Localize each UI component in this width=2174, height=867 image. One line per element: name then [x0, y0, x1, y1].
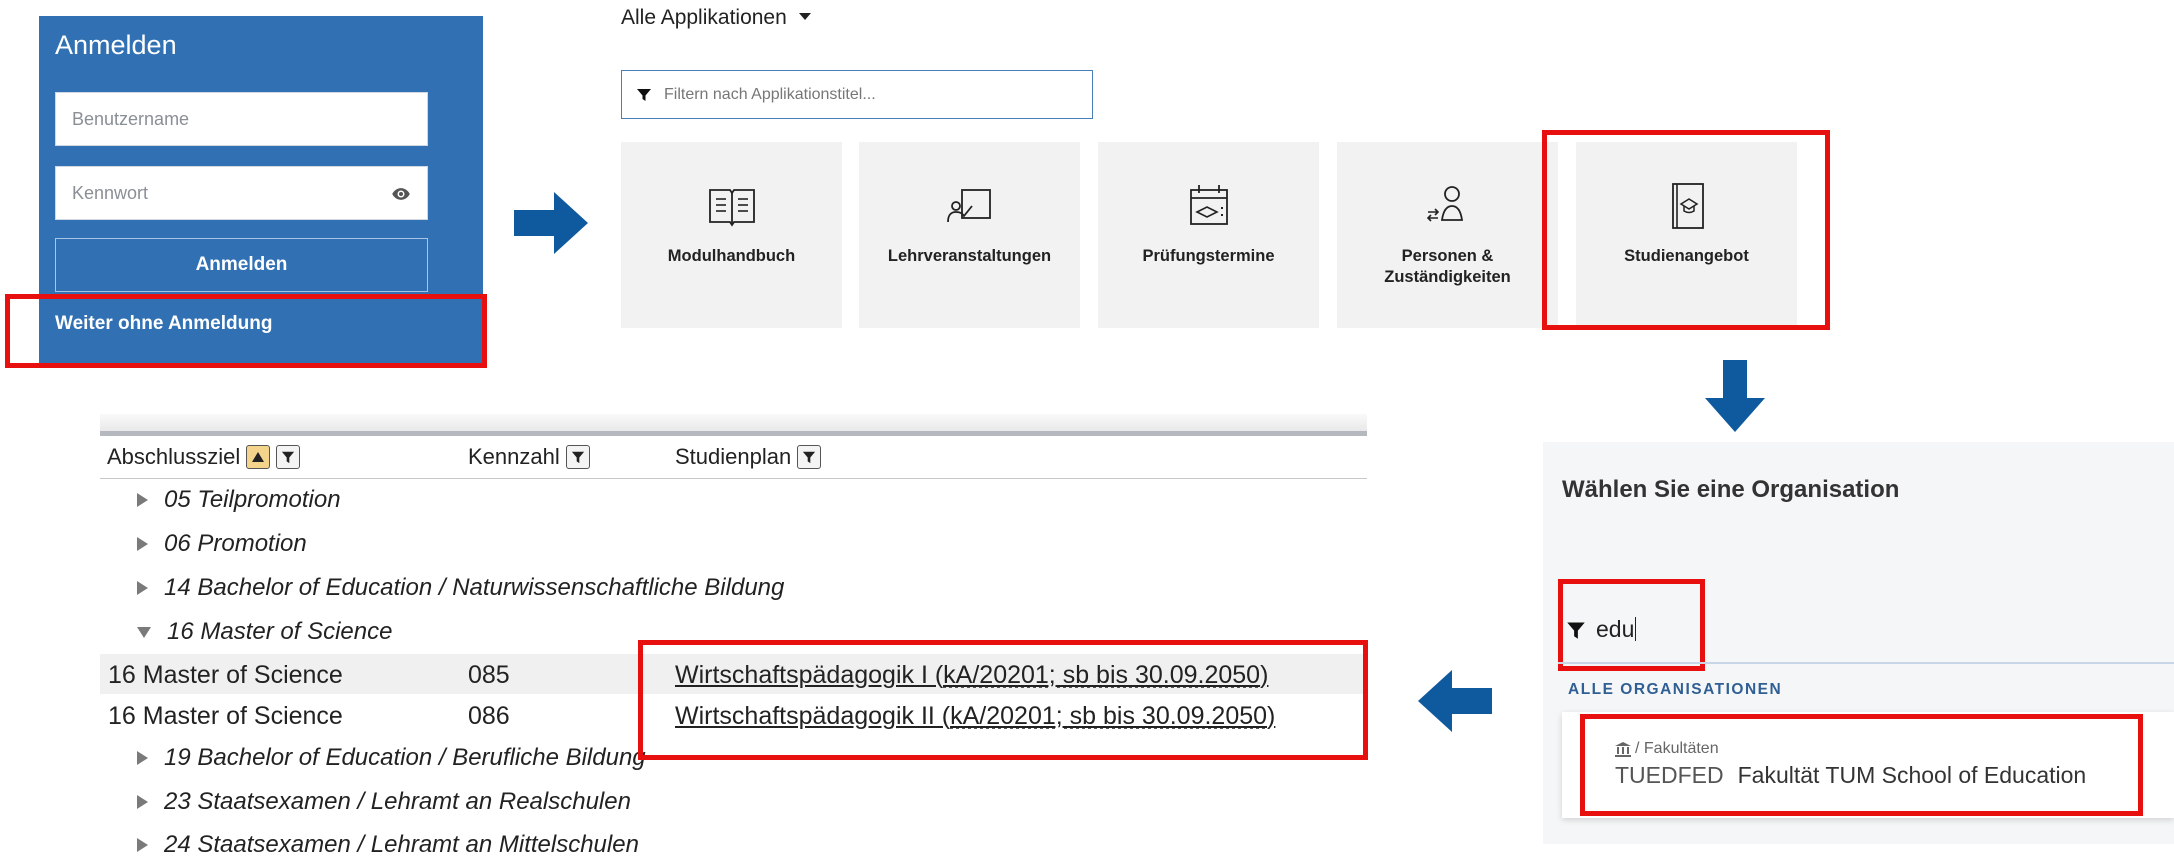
arrow-left-icon: [1418, 670, 1492, 732]
column-label: Kennzahl: [468, 444, 560, 469]
exam-calendar-icon: [1189, 185, 1228, 225]
lecture-icon: [946, 189, 991, 223]
expand-icon[interactable]: [137, 537, 148, 551]
header-divider: [100, 478, 1367, 479]
sort-asc-icon[interactable]: [246, 445, 271, 469]
cell-kennzahl: 086: [468, 702, 510, 730]
group-label: 14 Bachelor of Education / Naturwissensc…: [164, 574, 785, 601]
organisation-title: Wählen Sie eine Organisation: [1562, 476, 1900, 503]
apps-dropdown[interactable]: Alle Applikationen: [621, 6, 811, 30]
arrow-down-icon: [1705, 360, 1765, 432]
column-label: Studienplan: [675, 444, 792, 469]
password-input[interactable]: Kennwort: [55, 166, 428, 220]
column-filter-icon[interactable]: [797, 445, 822, 469]
expand-icon[interactable]: [137, 795, 148, 809]
tile-lehrveranstaltungen[interactable]: Lehrveranstaltungen: [859, 142, 1080, 328]
column-header-kennzahl[interactable]: Kennzahl: [468, 444, 590, 470]
group-label: 23 Staatsexamen / Lehramt an Realschulen: [164, 788, 631, 815]
table-topbar: [100, 414, 1367, 431]
tile-pruefungstermine[interactable]: Prüfungstermine: [1098, 142, 1319, 328]
column-label: Abschlussziel: [107, 444, 241, 469]
group-row[interactable]: 05 Teilpromotion: [100, 480, 1367, 520]
cell-kennzahl: 085: [468, 661, 510, 689]
cell-abschluss: 16 Master of Science: [108, 661, 343, 689]
persons-icon: [1426, 186, 1463, 222]
tile-personen[interactable]: Personen & Zuständigkeiten: [1337, 142, 1558, 328]
highlight-study-plans: [638, 640, 1368, 760]
group-label: 05 Teilpromotion: [164, 486, 341, 513]
tile-modulhandbuch[interactable]: Modulhandbuch: [621, 142, 842, 328]
column-header-studienplan[interactable]: Studienplan: [675, 444, 822, 470]
highlight-organisation-result: [1580, 714, 2143, 816]
expand-icon[interactable]: [137, 838, 148, 852]
password-placeholder: Kennwort: [72, 183, 149, 203]
group-label: 24 Staatsexamen / Lehramt an Mittelschul…: [164, 831, 639, 858]
expand-icon[interactable]: [137, 493, 148, 507]
eye-icon[interactable]: [391, 184, 411, 204]
login-button[interactable]: Anmelden: [55, 238, 428, 292]
highlight-filter: [1558, 579, 1705, 671]
filter-icon: [637, 88, 651, 101]
apps-title: Alle Applikationen: [621, 6, 787, 29]
expand-icon[interactable]: [137, 751, 148, 765]
group-label: 19 Bachelor of Education / Berufliche Bi…: [164, 744, 646, 771]
group-row[interactable]: 24 Staatsexamen / Lehramt an Mittelschul…: [100, 825, 1367, 865]
group-row[interactable]: 14 Bachelor of Education / Naturwissensc…: [100, 568, 1367, 608]
column-filter-icon[interactable]: [276, 445, 301, 469]
arrow-right-icon: [514, 192, 588, 254]
tile-label: Lehrveranstaltungen: [887, 247, 1052, 265]
username-input[interactable]: Benutzername: [55, 92, 428, 146]
tile-label: Modulhandbuch: [667, 247, 796, 265]
group-label: 16 Master of Science: [167, 618, 393, 645]
cell-abschluss: 16 Master of Science: [108, 702, 343, 730]
tile-label: Prüfungstermine: [1142, 247, 1275, 265]
highlight-guest-link: [5, 294, 487, 368]
tile-label: Personen & Zuständigkeiten: [1384, 247, 1511, 286]
collapse-icon[interactable]: [137, 626, 151, 638]
group-label: 06 Promotion: [164, 530, 307, 557]
organisation-section-header: ALLE ORGANISATIONEN: [1568, 681, 1783, 698]
group-row[interactable]: 06 Promotion: [100, 524, 1367, 564]
table-topline: [100, 431, 1367, 436]
expand-icon[interactable]: [137, 581, 148, 595]
caret-down-icon: [798, 13, 811, 20]
username-placeholder: Benutzername: [72, 109, 190, 129]
highlight-studienangebot: [1542, 130, 1830, 330]
app-filter-input[interactable]: Filtern nach Applikationstitel...: [621, 70, 1093, 119]
divider: [1558, 662, 2174, 664]
app-filter-placeholder: Filtern nach Applikationstitel...: [664, 85, 876, 103]
book-icon: [708, 189, 755, 227]
column-header-abschlussziel[interactable]: Abschlussziel: [107, 444, 301, 470]
column-filter-icon[interactable]: [565, 445, 590, 469]
group-row[interactable]: 23 Staatsexamen / Lehramt an Realschulen: [100, 782, 1367, 822]
login-title: Anmelden: [55, 30, 177, 60]
